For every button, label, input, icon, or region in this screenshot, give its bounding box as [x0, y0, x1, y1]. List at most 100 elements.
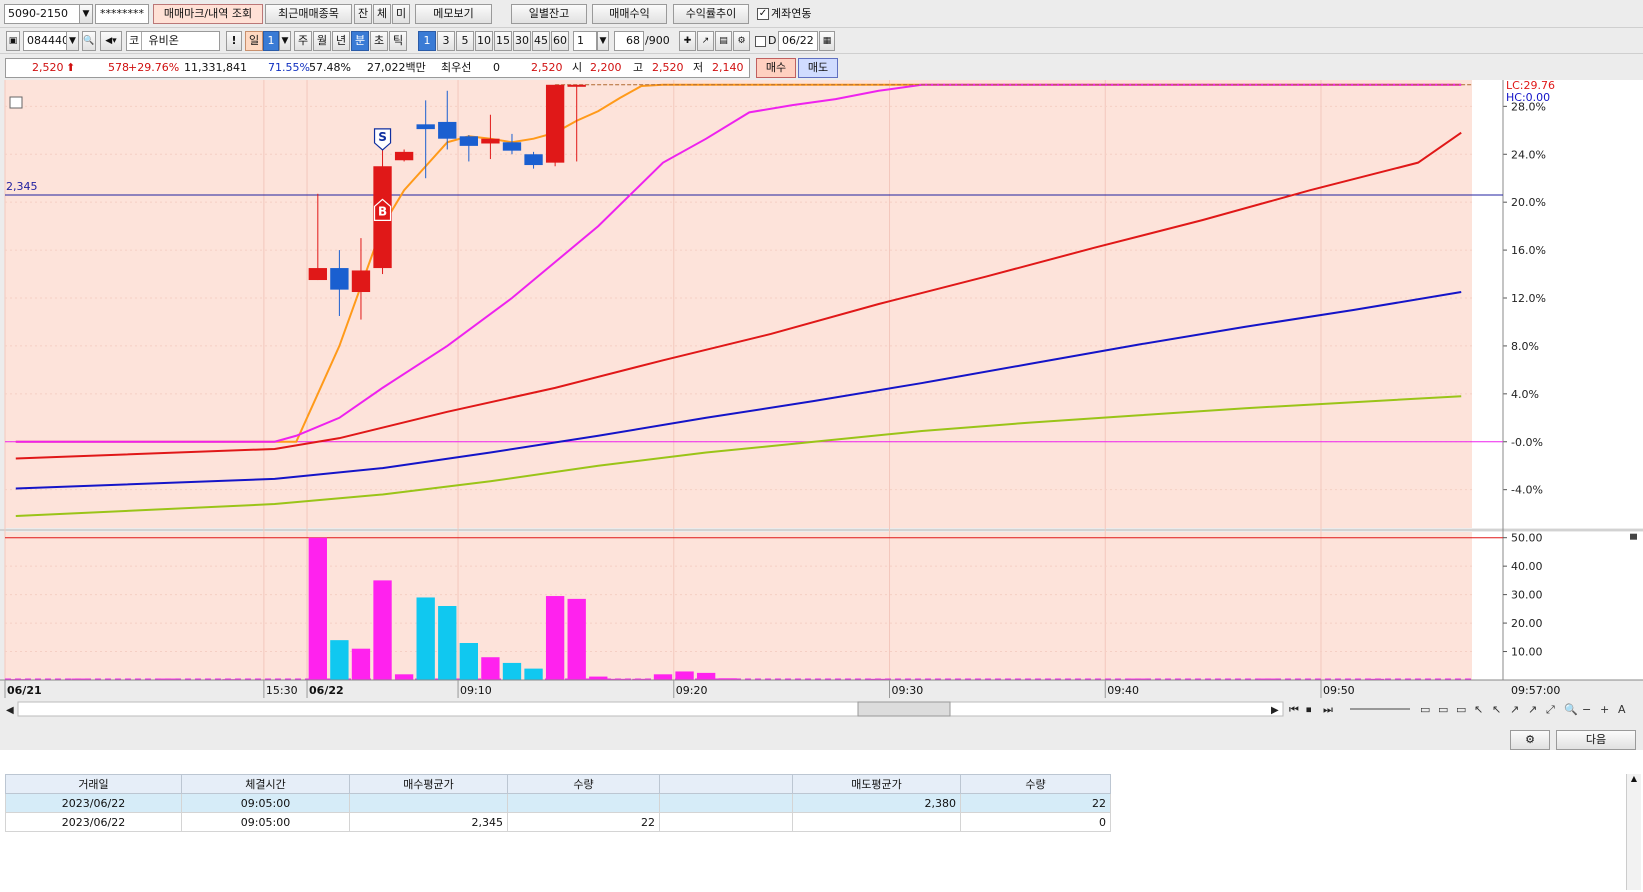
- col-header-6[interactable]: 수량: [960, 774, 1111, 794]
- minute-1[interactable]: 1: [418, 31, 436, 51]
- gear-icon[interactable]: ⚙: [733, 31, 750, 51]
- zoom-in-icon[interactable]: +: [1600, 703, 1609, 716]
- calendar-icon[interactable]: ▦: [819, 31, 835, 51]
- volume-tick-label: 10.00: [1511, 646, 1543, 659]
- memo-button[interactable]: 메모보기: [415, 4, 492, 24]
- crosshair-icon[interactable]: ✚: [679, 31, 696, 51]
- stop-icon[interactable]: ⏹: [1306, 703, 1312, 716]
- account-dropdown-icon[interactable]: ▼: [79, 4, 93, 24]
- pointer-icon[interactable]: ↖: [1474, 703, 1483, 716]
- text-icon[interactable]: A: [1618, 703, 1626, 716]
- layout-icon[interactable]: ▣: [6, 31, 20, 51]
- y-tick-label: -4.0%: [1511, 484, 1543, 497]
- candle-body: [524, 154, 543, 166]
- drawing-tool-icon[interactable]: ↗: [697, 31, 714, 51]
- minute-10[interactable]: 10: [475, 31, 493, 51]
- volume-panel-menu-icon[interactable]: [1630, 533, 1637, 540]
- scroll-up-icon[interactable]: ▲: [1627, 774, 1641, 783]
- col-header-3[interactable]: 수량: [507, 774, 660, 794]
- volume-tick-label: 20.00: [1511, 617, 1543, 630]
- minute-45[interactable]: 45: [532, 31, 550, 51]
- zoom-out-icon[interactable]: −: [1582, 703, 1591, 716]
- interval-dropdown-icon[interactable]: ▼: [597, 31, 609, 51]
- buy-button[interactable]: 매수: [756, 58, 796, 78]
- low-label: 저: [693, 61, 704, 74]
- select-icon[interactable]: ↖: [1492, 703, 1501, 716]
- account-link-checkbox[interactable]: ✓: [757, 8, 769, 20]
- layout1-icon[interactable]: ▭: [1420, 703, 1430, 716]
- next-button[interactable]: 다음: [1556, 730, 1636, 750]
- save-icon[interactable]: ▤: [715, 31, 732, 51]
- chart-svg[interactable]: 28.0%24.0%20.0%16.0%12.0%8.0%4.0%-0.0%-4…: [0, 79, 1643, 730]
- x-tick-label: 09:30: [892, 684, 924, 697]
- period-month[interactable]: 월: [313, 31, 331, 51]
- trade-profit-button[interactable]: 매매수익: [592, 4, 667, 24]
- password-field[interactable]: ********: [95, 4, 149, 24]
- period-year[interactable]: 년: [332, 31, 350, 51]
- minute-3[interactable]: 3: [437, 31, 455, 51]
- period-tick[interactable]: 틱: [389, 31, 407, 51]
- y-tick-label: 12.0%: [1511, 292, 1546, 305]
- period-minute[interactable]: 분: [351, 31, 369, 51]
- balance-button[interactable]: 잔: [354, 4, 372, 24]
- scroll-right-icon[interactable]: ▶: [1271, 705, 1279, 716]
- market-badge: 코: [127, 32, 142, 50]
- minute-60[interactable]: 60: [551, 31, 569, 51]
- unfilled-button[interactable]: 미: [392, 4, 410, 24]
- stock-name-field[interactable]: 코 유비온: [126, 31, 220, 51]
- tab-trade-marks[interactable]: 매매마크/내역 조회: [153, 4, 263, 24]
- x-tick-label: 09:40: [1107, 684, 1139, 697]
- chart-toolbar: ▣ 084440 ▼ 🔍 ◀▾ 코 유비온 ! 일 1 ▼ 주 월 년 분 초 …: [0, 29, 1643, 54]
- interval-input[interactable]: 1: [573, 31, 597, 51]
- line-icon[interactable]: ↗: [1528, 703, 1537, 716]
- zoom-icon[interactable]: 🔍: [1564, 702, 1578, 716]
- speaker-icon[interactable]: ◀▾: [100, 31, 122, 51]
- daily-balance-button[interactable]: 일별잔고: [511, 4, 587, 24]
- col-header-0[interactable]: 거래일: [5, 774, 182, 794]
- chart-area[interactable]: 28.0% 24.0% 20.0% 16.0% 12.0% 8.0% 4.0% -0.0% -4…: [0, 79, 1643, 730]
- period-week[interactable]: 주: [294, 31, 312, 51]
- col-header-2[interactable]: 매수평균가: [349, 774, 508, 794]
- table-row[interactable]: 2023/06/22 09:05:00 2,345 22 0: [5, 812, 1111, 832]
- chart-scrollbar-track[interactable]: [17, 701, 1284, 717]
- grid-scrollbar[interactable]: ▲: [1626, 774, 1641, 890]
- scroll-left-icon[interactable]: ◀: [6, 705, 14, 716]
- filled-button[interactable]: 체: [373, 4, 391, 24]
- profit-trend-button[interactable]: 수익률추이: [673, 4, 749, 24]
- period-second[interactable]: 초: [370, 31, 388, 51]
- table-row[interactable]: 2023/06/22 09:05:00 2,380 22: [5, 793, 1111, 813]
- minute-5[interactable]: 5: [456, 31, 474, 51]
- minute-30[interactable]: 30: [513, 31, 531, 51]
- col-header-5[interactable]: 매도평균가: [792, 774, 961, 794]
- minute-15[interactable]: 15: [494, 31, 512, 51]
- date-input[interactable]: 06/22: [778, 31, 818, 51]
- bar-count-input[interactable]: 68: [614, 31, 644, 51]
- trend-icon[interactable]: ↗: [1510, 703, 1519, 716]
- layout3-icon[interactable]: ▭: [1456, 703, 1466, 716]
- table-cell: 2,345: [349, 812, 508, 832]
- period-dropdown-icon[interactable]: ▼: [279, 31, 291, 51]
- last-page-icon[interactable]: ⏭: [1323, 703, 1333, 716]
- resize-icon[interactable]: ⤢: [1546, 703, 1555, 716]
- layout2-icon[interactable]: ▭: [1438, 703, 1448, 716]
- chart-table-icon[interactable]: [9, 96, 23, 109]
- grid-settings-gear-icon[interactable]: ⚙: [1510, 730, 1550, 750]
- best-price: 2,520: [531, 61, 563, 74]
- x-tick-label: 06/21: [7, 684, 42, 697]
- table-cell: 09:05:00: [181, 812, 350, 832]
- period-day-count[interactable]: 1: [263, 31, 279, 51]
- account-link-label: 계좌연동: [771, 7, 812, 20]
- chart-scrollbar-thumb[interactable]: [857, 701, 951, 717]
- table-cell: 22: [507, 812, 660, 832]
- search-icon[interactable]: 🔍: [82, 31, 96, 51]
- alert-button[interactable]: !: [226, 31, 242, 51]
- grid-toolbar: ⚙ 다음: [0, 730, 1643, 750]
- first-page-icon[interactable]: ⏮: [1289, 703, 1299, 716]
- tab-recent-trades[interactable]: 최근매매종목: [265, 4, 352, 24]
- code-dropdown-icon[interactable]: ▼: [66, 31, 79, 51]
- period-day[interactable]: 일: [245, 31, 263, 51]
- sell-button[interactable]: 매도: [798, 58, 838, 78]
- col-header-1[interactable]: 체결시간: [181, 774, 350, 794]
- col-header-4[interactable]: [659, 774, 793, 794]
- date-checkbox[interactable]: [755, 36, 766, 47]
